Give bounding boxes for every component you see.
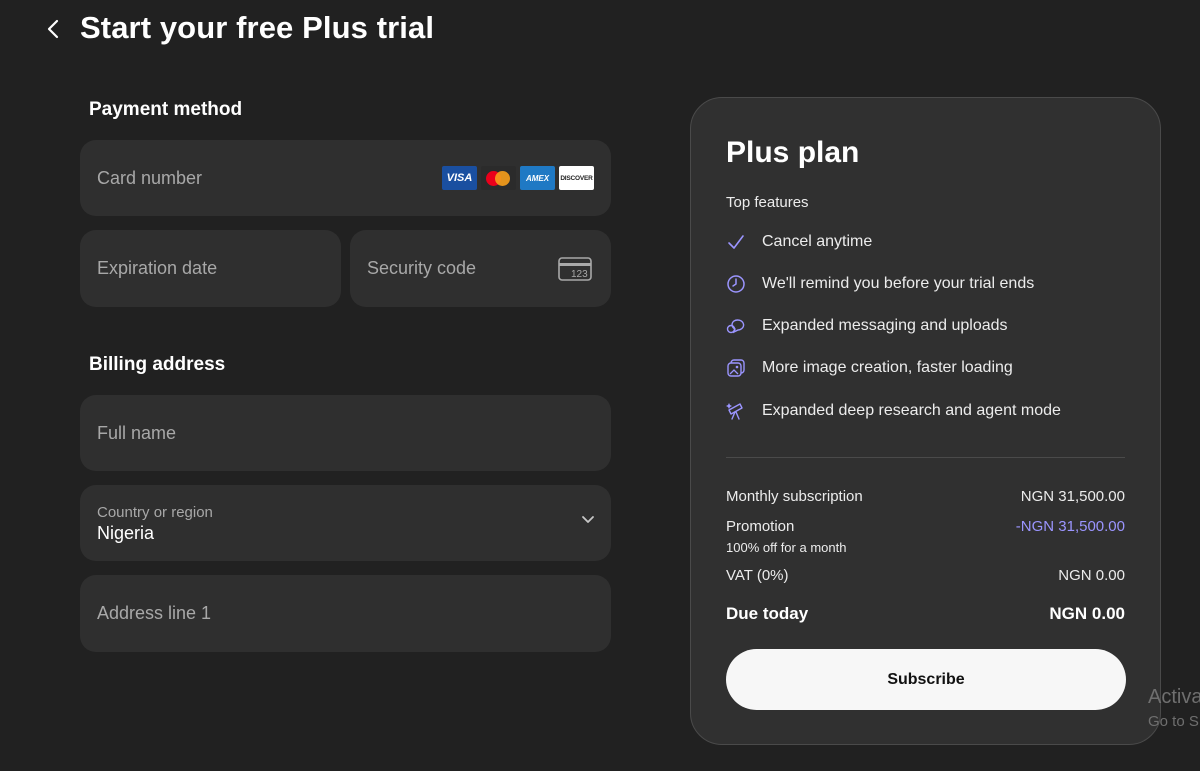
payment-method-heading: Payment method	[89, 99, 243, 120]
vat-value: NGN 0.00	[1058, 567, 1125, 584]
full-name-field[interactable]: Full name	[80, 395, 611, 471]
activation-watermark-subtitle: Go to S	[1148, 713, 1199, 730]
country-value: Nigeria	[97, 523, 155, 543]
address-line1-placeholder: Address line 1	[97, 603, 212, 623]
visa-logo: VISA	[442, 166, 477, 190]
subscribe-button[interactable]: Subscribe	[726, 649, 1126, 710]
feature-label: Cancel anytime	[762, 233, 873, 250]
security-code-field[interactable]: Security code 123	[350, 230, 611, 307]
plan-title: Plus plan	[726, 136, 860, 169]
chevron-down-icon	[582, 516, 594, 523]
page-title: Start your free Plus trial	[80, 10, 435, 45]
due-label: Due today	[726, 604, 809, 623]
chevron-left-icon	[47, 19, 59, 39]
monthly-subscription-row: Monthly subscription NGN 31,500.00	[726, 488, 1125, 505]
due-today-row: Due today NGN 0.00	[726, 604, 1125, 624]
feature-label: Expanded deep research and agent mode	[762, 402, 1061, 419]
security-icon-digits: 123	[571, 269, 588, 280]
card-logos: VISA AMEX DISCOVER	[442, 166, 594, 190]
card-number-field[interactable]: Card number VISA AMEX DISCOVER	[80, 140, 611, 216]
feature-item: Cancel anytime	[726, 232, 872, 252]
checkout-page: Start your free Plus trial Payment metho…	[0, 0, 1200, 771]
discover-logo: DISCOVER	[559, 166, 594, 190]
feature-label: Expanded messaging and uploads	[762, 317, 1008, 334]
billing-address-heading: Billing address	[89, 354, 226, 375]
country-label: Country or region	[97, 504, 213, 521]
monthly-value: NGN 31,500.00	[1020, 488, 1125, 505]
telescope-icon	[726, 401, 746, 421]
promotion-label: Promotion	[726, 518, 795, 535]
image-icon	[726, 358, 746, 378]
vat-label: VAT (0%)	[726, 567, 789, 584]
security-code-placeholder: Security code	[367, 258, 477, 278]
activation-watermark-title: Activa	[1148, 686, 1200, 708]
full-name-placeholder: Full name	[97, 422, 177, 443]
plan-summary-card: Plus plan Top features Cancel anytime We…	[690, 97, 1161, 745]
amex-logo: AMEX	[520, 166, 555, 190]
feature-label: We'll remind you before your trial ends	[762, 275, 1035, 292]
summary-divider	[726, 457, 1125, 458]
back-button[interactable]	[38, 14, 68, 44]
chat-bubbles-icon	[726, 316, 746, 336]
card-number-placeholder: Card number	[97, 167, 203, 188]
country-select[interactable]: Country or region Nigeria	[80, 485, 611, 561]
expiration-placeholder: Expiration date	[97, 258, 218, 278]
card-back-icon: 123	[558, 256, 592, 281]
promotion-note: 100% off for a month	[726, 540, 847, 555]
monthly-label: Monthly subscription	[726, 488, 863, 505]
address-line1-field[interactable]: Address line 1	[80, 575, 611, 652]
vat-row: VAT (0%) NGN 0.00	[726, 567, 1125, 584]
promotion-value: -NGN 31,500.00	[1015, 518, 1125, 535]
mastercard-logo	[481, 166, 516, 190]
check-icon	[726, 232, 746, 252]
promotion-row: Promotion -NGN 31,500.00	[726, 518, 1125, 535]
due-value: NGN 0.00	[1049, 604, 1125, 623]
top-features-heading: Top features	[726, 194, 809, 211]
feature-label: More image creation, faster loading	[762, 359, 1013, 376]
clock-icon	[726, 274, 746, 294]
feature-item: Expanded deep research and agent mode	[726, 401, 1061, 421]
expiration-date-field[interactable]: Expiration date	[80, 230, 341, 307]
feature-item: We'll remind you before your trial ends	[726, 274, 1034, 294]
feature-item: Expanded messaging and uploads	[726, 316, 1008, 336]
feature-item: More image creation, faster loading	[726, 358, 1013, 378]
